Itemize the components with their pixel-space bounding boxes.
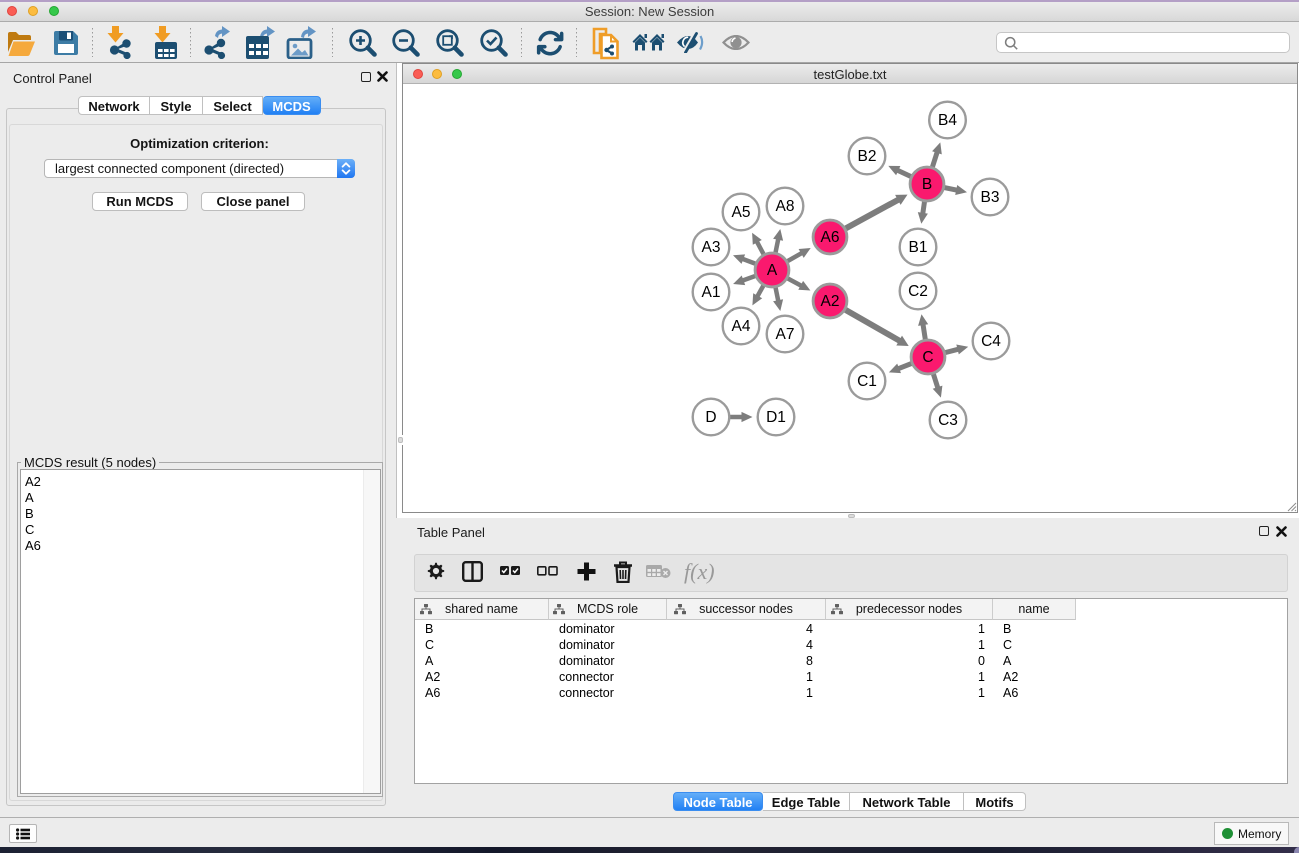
svg-text:C2: C2	[908, 283, 928, 300]
svg-text:D1: D1	[766, 409, 786, 426]
svg-text:C4: C4	[981, 333, 1001, 350]
svg-text:A7: A7	[776, 326, 795, 343]
svg-text:B1: B1	[909, 239, 928, 256]
svg-text:B: B	[922, 176, 932, 193]
svg-text:D: D	[705, 409, 716, 426]
svg-text:A4: A4	[732, 318, 751, 335]
svg-text:A6: A6	[821, 229, 840, 246]
svg-text:A5: A5	[732, 204, 751, 221]
svg-text:A8: A8	[776, 198, 795, 215]
svg-text:C1: C1	[857, 373, 877, 390]
svg-text:A: A	[767, 262, 778, 279]
svg-text:A2: A2	[821, 293, 840, 310]
svg-text:B2: B2	[858, 148, 877, 165]
svg-text:B4: B4	[938, 112, 957, 129]
svg-text:C: C	[922, 349, 933, 366]
svg-text:A3: A3	[702, 239, 721, 256]
svg-text:B3: B3	[981, 189, 1000, 206]
svg-text:A1: A1	[702, 284, 721, 301]
svg-text:C3: C3	[938, 412, 958, 429]
